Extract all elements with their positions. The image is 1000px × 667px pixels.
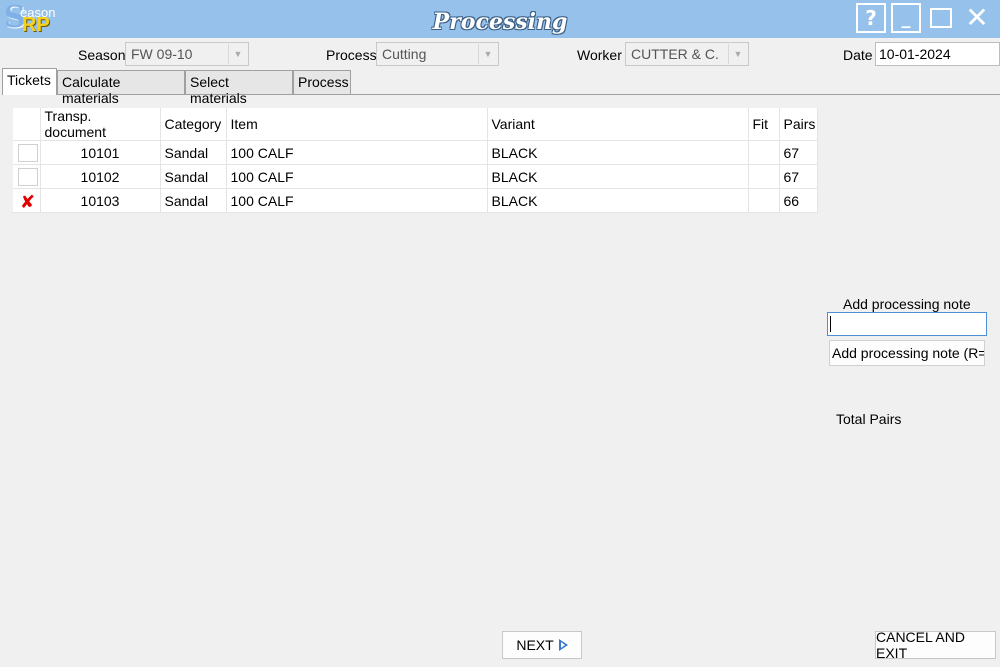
tab-tickets[interactable]: Tickets <box>2 68 57 95</box>
fit-cell <box>748 140 780 165</box>
fit-cell <box>748 164 780 189</box>
table-row[interactable]: 10102 Sandal 100 CALF BLACK 67 <box>13 164 818 189</box>
process-value: Cutting <box>382 46 427 62</box>
item-cell: 100 CALF <box>226 188 488 213</box>
season-select[interactable]: FW 09-10 ▼ <box>125 42 249 66</box>
category-cell: Sandal <box>160 164 227 189</box>
window-title: Processing <box>432 9 568 35</box>
fit-cell <box>748 188 780 213</box>
date-input[interactable]: 10-01-2024 <box>875 42 1000 66</box>
chevron-down-icon[interactable]: ▼ <box>728 44 747 64</box>
item-cell: 100 CALF <box>226 164 488 189</box>
process-label: Process <box>326 47 377 63</box>
category-cell: Sandal <box>160 188 227 213</box>
item-cell: 100 CALF <box>226 140 488 165</box>
variant-cell: BLACK <box>487 164 749 189</box>
column-header-transp-document[interactable]: Transp. document <box>40 108 161 141</box>
table-row[interactable]: 10101 Sandal 100 CALF BLACK 67 <box>13 140 818 165</box>
cancel-and-exit-button[interactable]: CANCEL AND EXIT <box>875 629 996 661</box>
process-select[interactable]: Cutting ▼ <box>376 42 499 66</box>
worker-value: CUTTER & C. <box>631 46 719 62</box>
tickets-table: Transp. document Category Item Variant F… <box>13 108 818 213</box>
next-button[interactable]: NEXT <box>502 631 582 659</box>
add-processing-note-button[interactable]: Add processing note (R= <box>829 340 985 366</box>
transp-document-cell: 10101 <box>40 140 161 165</box>
transp-document-cell: 10103 <box>40 188 161 213</box>
row-select-cell[interactable] <box>13 164 41 189</box>
tab-select-materials[interactable]: Select materials <box>185 70 293 106</box>
table-row[interactable]: ✘ 10103 Sandal 100 CALF BLACK 66 <box>13 188 818 213</box>
total-pairs-label: Total Pairs <box>836 411 902 427</box>
tab-process[interactable]: Process <box>293 70 351 94</box>
play-arrow-icon <box>558 639 568 651</box>
variant-cell: BLACK <box>487 188 749 213</box>
text-caret <box>830 316 831 332</box>
table-header-row: Transp. document Category Item Variant F… <box>13 108 818 141</box>
pairs-cell: 67 <box>779 140 818 165</box>
row-checkbox[interactable] <box>18 143 38 162</box>
column-header-select[interactable] <box>13 108 41 141</box>
season-label: Season <box>78 47 126 63</box>
pairs-cell: 66 <box>779 188 818 213</box>
row-checkbox[interactable] <box>18 167 38 186</box>
row-select-cell[interactable]: ✘ <box>13 188 41 213</box>
next-button-label: NEXT <box>516 637 554 653</box>
worker-select[interactable]: CUTTER & C. ▼ <box>625 42 749 66</box>
row-checkbox-checked[interactable]: ✘ <box>18 191 38 213</box>
help-button[interactable]: ? <box>856 3 886 33</box>
minimize-button[interactable]: _ <box>891 3 921 33</box>
worker-label: Worker <box>577 47 622 63</box>
chevron-down-icon[interactable]: ▼ <box>228 44 247 64</box>
transp-document-cell: 10102 <box>40 164 161 189</box>
chevron-down-icon[interactable]: ▼ <box>478 44 497 64</box>
date-label: Date <box>843 47 873 63</box>
close-button[interactable]: ✕ <box>962 3 992 33</box>
column-header-item[interactable]: Item <box>226 108 488 141</box>
processing-note-input[interactable] <box>827 312 987 336</box>
maximize-button[interactable] <box>926 3 956 33</box>
column-header-pairs[interactable]: Pairs <box>779 108 818 141</box>
column-header-fit[interactable]: Fit <box>748 108 780 141</box>
column-header-category[interactable]: Category <box>160 108 227 141</box>
category-cell: Sandal <box>160 140 227 165</box>
tab-calculate-materials[interactable]: Calculate materials <box>57 70 185 106</box>
processing-note-label: Add processing note <box>843 296 971 312</box>
check-mark-icon: ✘ <box>20 191 36 213</box>
row-select-cell[interactable] <box>13 140 41 165</box>
season-value: FW 09-10 <box>131 46 193 62</box>
pairs-cell: 67 <box>779 164 818 189</box>
title-bar: S eason RP Processing ? _ ✕ <box>0 0 1000 38</box>
maximize-icon <box>930 8 952 28</box>
variant-cell: BLACK <box>487 140 749 165</box>
column-header-variant[interactable]: Variant <box>487 108 749 141</box>
